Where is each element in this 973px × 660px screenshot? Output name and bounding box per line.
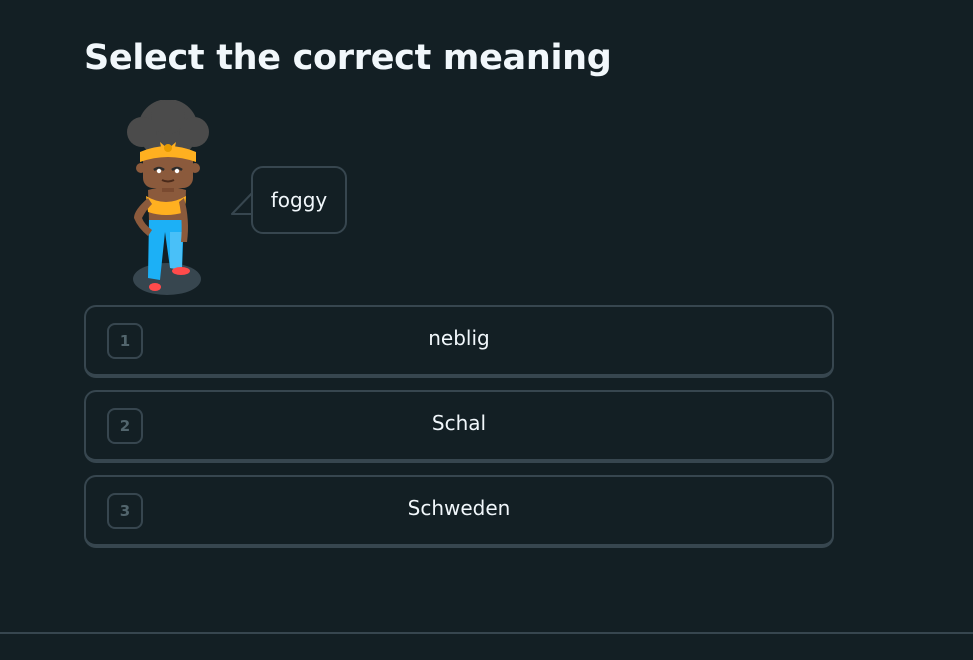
challenge-title: Select the correct meaning bbox=[84, 38, 612, 78]
option-label: Schal bbox=[431, 411, 487, 435]
option-label: Schweden bbox=[407, 496, 511, 520]
speech-bubble: foggy bbox=[251, 166, 347, 234]
footer-divider bbox=[0, 632, 973, 634]
option-button-3[interactable]: 3 Schweden bbox=[84, 475, 834, 548]
option-button-1[interactable]: 1 neblig bbox=[84, 305, 834, 378]
answer-options: 1 neblig 2 Schal 3 Schweden bbox=[84, 305, 834, 560]
option-label: neblig bbox=[428, 326, 490, 350]
prompt-word: foggy bbox=[270, 188, 328, 212]
challenge-screen: Select the correct meaning foggy 1 nebli… bbox=[0, 0, 973, 660]
option-button-2[interactable]: 2 Schal bbox=[84, 390, 834, 463]
character-illustration bbox=[127, 100, 209, 295]
